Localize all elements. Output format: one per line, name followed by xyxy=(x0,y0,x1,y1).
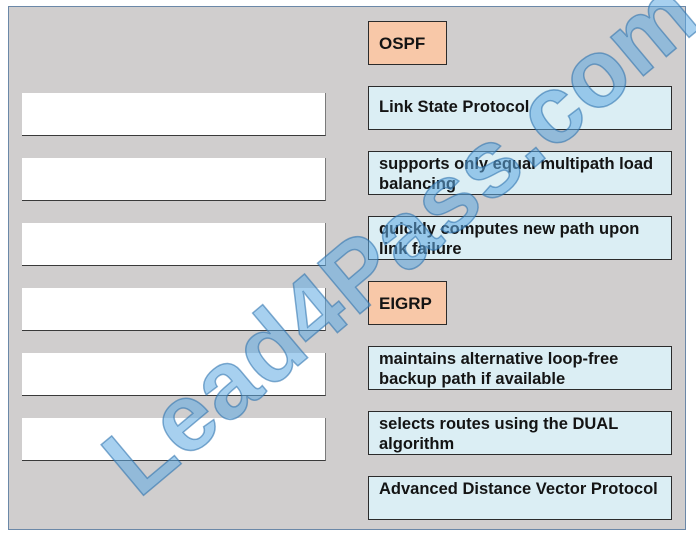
category-ospf: OSPF xyxy=(368,21,447,65)
category-eigrp: EIGRP xyxy=(368,281,447,325)
option-link-state-protocol[interactable]: Link State Protocol xyxy=(368,86,672,130)
drop-target-4[interactable] xyxy=(22,288,326,331)
drop-target-1[interactable] xyxy=(22,93,326,136)
option-equal-multipath[interactable]: supports only equal multipath load balan… xyxy=(368,151,672,195)
option-quickly-computes[interactable]: quickly computes new path upon link fail… xyxy=(368,216,672,260)
option-advanced-distance-vector[interactable]: Advanced Distance Vector Protocol xyxy=(368,476,672,520)
option-loop-free-backup[interactable]: maintains alternative loop-free backup p… xyxy=(368,346,672,390)
drop-target-5[interactable] xyxy=(22,353,326,396)
drop-target-6[interactable] xyxy=(22,418,326,461)
option-dual-algorithm[interactable]: selects routes using the DUAL algorithm xyxy=(368,411,672,455)
drop-target-2[interactable] xyxy=(22,158,326,201)
drop-target-3[interactable] xyxy=(22,223,326,266)
